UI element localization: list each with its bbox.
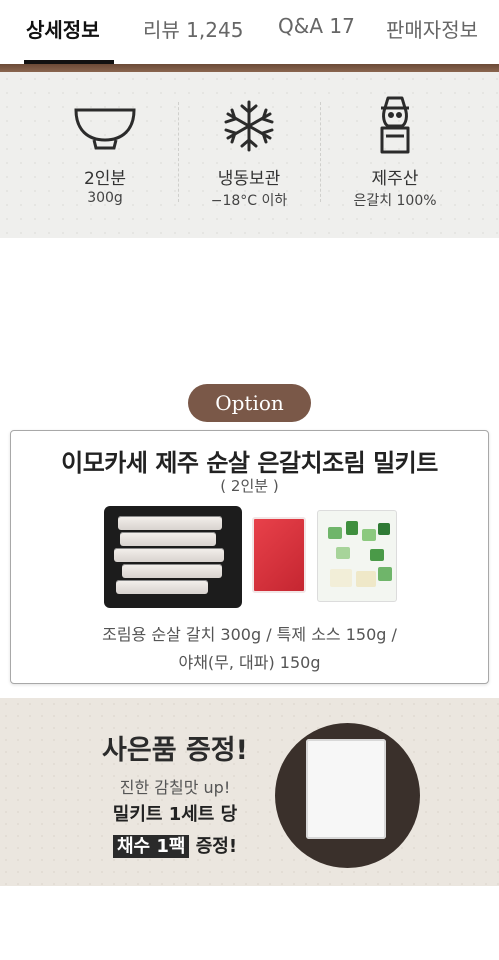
product-option-card: 이모카세 제주 순살 은갈치조림 밀키트 ( 2인분 ) 조림용 순살 갈치 3… — [10, 430, 489, 684]
broth-pack-image — [306, 739, 386, 839]
info-origin-desc: 은갈치 100% — [353, 193, 437, 209]
info-storage-title: 냉동보관 — [217, 169, 281, 189]
gift-condition: 밀키트 1세트 당 — [112, 804, 238, 825]
dolhareubang-icon — [372, 96, 418, 160]
gift-promo-section: 사은품 증정! 진한 감칠맛 up! 밀키트 1세트 당 채수 1팩 증정! — [0, 698, 499, 886]
fish-tray-image — [104, 506, 242, 608]
tab-seller-info[interactable]: 판매자정보 — [386, 14, 478, 43]
info-storage-temp: −18°C 이하 — [210, 193, 288, 209]
product-contents-line2: 야채(무, 대파) 150g — [178, 653, 321, 672]
gift-offer-tail: 증정! — [189, 836, 238, 857]
product-title: 이모카세 제주 순살 은갈치조림 밀키트 — [61, 449, 438, 477]
gift-highlight: 채수 1팩 — [112, 835, 190, 858]
bowl-icon — [70, 98, 140, 154]
info-origin: 제주산 은갈치 100% — [320, 72, 470, 238]
tab-qna[interactable]: Q&A 17 — [278, 14, 355, 38]
gift-offer: 채수 1팩 증정! — [60, 832, 290, 858]
tab-reviews[interactable]: 리뷰 1,245 — [143, 14, 243, 43]
info-servings: 2인분 300g — [30, 72, 180, 238]
info-servings-title: 2인분 — [83, 169, 127, 189]
product-contents-line1: 조림용 순살 갈치 300g / 특제 소스 150g / — [102, 625, 397, 644]
gift-heading: 사은품 증정! — [102, 735, 248, 766]
vegetable-pack-image — [317, 510, 397, 602]
snowflake-icon — [221, 98, 277, 158]
header-divider — [0, 64, 499, 72]
product-info-strip: 2인분 300g 냉동보관 −18°C 이하 제주산 은갈치 100% — [0, 72, 499, 238]
gift-subtext: 진한 감칠맛 up! — [119, 778, 231, 797]
product-serving: ( 2인분 ) — [220, 477, 279, 495]
info-origin-title: 제주산 — [371, 169, 419, 189]
tab-details[interactable]: 상세정보 — [26, 14, 100, 43]
option-badge: Option — [188, 384, 311, 422]
sauce-pack-image — [252, 517, 306, 593]
tab-bar: 상세정보 리뷰 1,245 Q&A 17 판매자정보 — [0, 0, 499, 64]
info-storage: 냉동보관 −18°C 이하 — [174, 72, 324, 238]
info-servings-weight: 300g — [87, 190, 123, 206]
